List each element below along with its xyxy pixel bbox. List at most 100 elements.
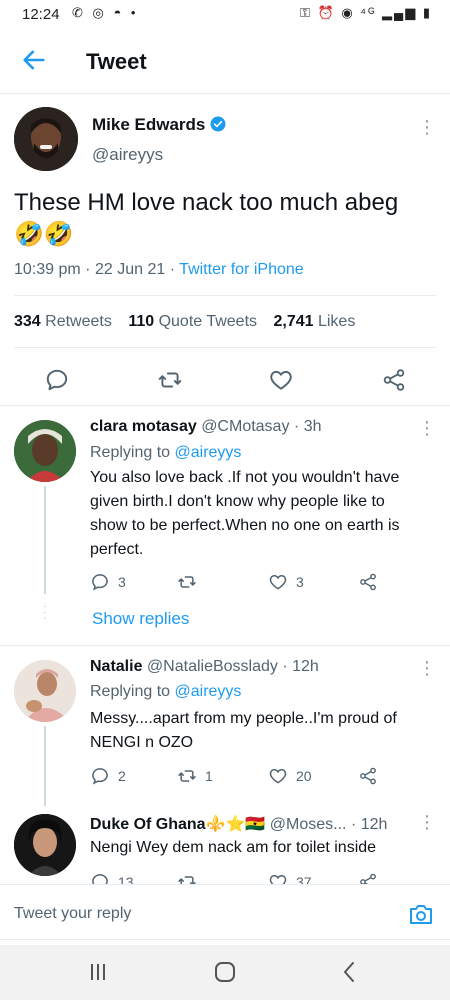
back-arrow-icon[interactable] xyxy=(20,46,48,74)
author-name-text: Mike Edwards xyxy=(92,115,206,134)
reply-time: 12h xyxy=(360,816,388,833)
reply-author-name[interactable]: clara motasay xyxy=(90,418,197,435)
meta-separator: · xyxy=(282,658,288,675)
author-avatar[interactable] xyxy=(14,107,78,171)
reply-author-name[interactable]: Natalie xyxy=(90,658,142,675)
more-options-icon[interactable]: ⋮ xyxy=(418,117,436,137)
retweet-button[interactable]: 1 xyxy=(177,766,213,786)
reply-tweet[interactable]: · · · clara motasay @CMotasay · 3h ⋮ Reply… xyxy=(0,406,450,646)
app-bar: Tweet xyxy=(0,30,450,94)
reply-count: 13 xyxy=(118,874,134,884)
reply-button[interactable]: 13 xyxy=(90,872,134,884)
reply-count: 3 xyxy=(118,574,126,590)
like-icon xyxy=(269,768,287,784)
reply-actions: 13 37 xyxy=(90,872,390,884)
system-nav-bar xyxy=(0,945,450,1000)
retweet-icon xyxy=(178,576,196,588)
reply-button[interactable]: 2 xyxy=(90,766,126,786)
reply-text: Nengi Wey dem nack am for toilet inside xyxy=(90,839,377,856)
reply-author-name[interactable]: Duke Of Ghana xyxy=(90,816,206,833)
share-button[interactable] xyxy=(358,572,378,592)
replying-mention[interactable]: @aireyys xyxy=(175,444,242,461)
quotes-count: 110 xyxy=(128,313,155,330)
tweet-time: 10:39 pm xyxy=(14,261,81,278)
more-options-icon[interactable]: ⋮ xyxy=(418,812,436,832)
retweets-stat[interactable]: 334 Retweets xyxy=(14,313,112,330)
meta-separator: · xyxy=(169,261,180,278)
like-icon[interactable] xyxy=(268,367,294,393)
author-handle[interactable]: @aireyys xyxy=(92,145,163,165)
tweet-actions xyxy=(0,363,450,407)
reply-text: You also love back .If not you wouldn't … xyxy=(90,469,400,558)
quotes-label: Quote Tweets xyxy=(158,313,258,330)
thread-line xyxy=(44,726,46,806)
share-button[interactable] xyxy=(358,766,378,786)
reply-handle[interactable]: @NatalieBosslady xyxy=(147,658,278,675)
retweet-count: 1 xyxy=(205,768,213,784)
replying-label: Replying to xyxy=(90,683,171,700)
reply-icon[interactable] xyxy=(44,367,70,393)
like-count: 20 xyxy=(296,768,312,784)
like-button[interactable]: 3 xyxy=(268,572,304,592)
reply-header: Natalie @NatalieBosslady · 12h xyxy=(90,658,319,676)
retweet-icon xyxy=(178,770,196,782)
notification-icons: ✆ ◎ ◓ • xyxy=(72,5,139,20)
home-icon[interactable] xyxy=(211,959,239,985)
retweets-label: Retweets xyxy=(45,313,112,330)
reply-header: clara motasay @CMotasay · 3h xyxy=(90,418,321,436)
reply-avatar[interactable] xyxy=(14,420,76,482)
tweet-text: These HM love nack too much abeg 🤣🤣 xyxy=(14,189,399,248)
likes-label: Likes xyxy=(317,313,356,330)
reply-tweet[interactable]: Duke Of Ghana⚜️⭐🇬🇭 @Moses... · 12h ⋮ Nen… xyxy=(0,806,450,884)
show-replies-link[interactable]: Show replies xyxy=(92,609,189,629)
reply-icon xyxy=(92,874,108,884)
retweets-count: 334 xyxy=(14,313,41,330)
likes-stat[interactable]: 2,741 Likes xyxy=(273,313,355,330)
tweet-stats: 334 Retweets 110 Quote Tweets 2,741 Like… xyxy=(14,313,355,331)
like-button[interactable]: 20 xyxy=(268,766,312,786)
tweet-source-link[interactable]: Twitter for iPhone xyxy=(179,261,304,278)
reply-composer[interactable]: Tweet your reply xyxy=(0,884,450,940)
reply-icon xyxy=(92,768,108,785)
reply-actions: 2 1 20 xyxy=(90,766,390,790)
thread-dots: · · · xyxy=(43,601,47,624)
like-icon xyxy=(269,574,287,590)
reply-header: Duke Of Ghana⚜️⭐🇬🇭 @Moses... · 12h xyxy=(90,814,387,834)
share-icon[interactable] xyxy=(381,367,407,393)
more-options-icon[interactable]: ⋮ xyxy=(418,658,436,678)
camera-icon[interactable] xyxy=(408,902,434,926)
reply-tweet[interactable]: Natalie @NatalieBosslady · 12h ⋮ Replyin… xyxy=(0,646,450,806)
share-button[interactable] xyxy=(358,872,378,884)
share-icon xyxy=(360,573,376,591)
reply-avatar[interactable] xyxy=(14,814,76,876)
divider xyxy=(14,347,436,348)
reply-handle[interactable]: @CMotasay xyxy=(201,418,289,435)
author-name[interactable]: Mike Edwards xyxy=(92,115,227,135)
tweet-date: 22 Jun 21 xyxy=(94,261,166,278)
back-icon[interactable] xyxy=(336,959,364,985)
reply-handle[interactable]: @Moses... xyxy=(270,816,347,833)
divider xyxy=(14,295,436,296)
reply-button[interactable]: 3 xyxy=(90,572,126,592)
recent-apps-icon[interactable] xyxy=(84,959,112,985)
retweet-button[interactable] xyxy=(177,572,205,592)
like-icon xyxy=(269,874,287,884)
share-icon xyxy=(360,767,376,785)
retweet-button[interactable] xyxy=(177,872,205,884)
like-count: 37 xyxy=(296,874,312,884)
quotes-stat[interactable]: 110 Quote Tweets xyxy=(128,313,257,330)
system-icons: ⚿ ⏰ ◉ ⁴ᴳ ▂▄▆ ▮ xyxy=(300,5,432,20)
name-emoji: ⚜️⭐🇬🇭 xyxy=(205,816,266,833)
more-options-icon[interactable]: ⋮ xyxy=(418,418,436,438)
reply-input[interactable]: Tweet your reply xyxy=(14,905,131,923)
tweet-meta: 10:39 pm · 22 Jun 21 · Twitter for iPhon… xyxy=(14,261,304,279)
reply-count: 2 xyxy=(118,768,126,784)
meta-separator: · xyxy=(293,418,300,435)
like-button[interactable]: 37 xyxy=(268,872,312,884)
reply-avatar[interactable] xyxy=(14,660,76,722)
reply-text: Messy....apart from my people..I'm proud… xyxy=(90,710,397,751)
replying-mention[interactable]: @aireyys xyxy=(175,683,242,700)
thread-line xyxy=(44,486,46,594)
retweet-icon[interactable] xyxy=(157,367,183,393)
status-time: 12:24 xyxy=(22,6,60,23)
